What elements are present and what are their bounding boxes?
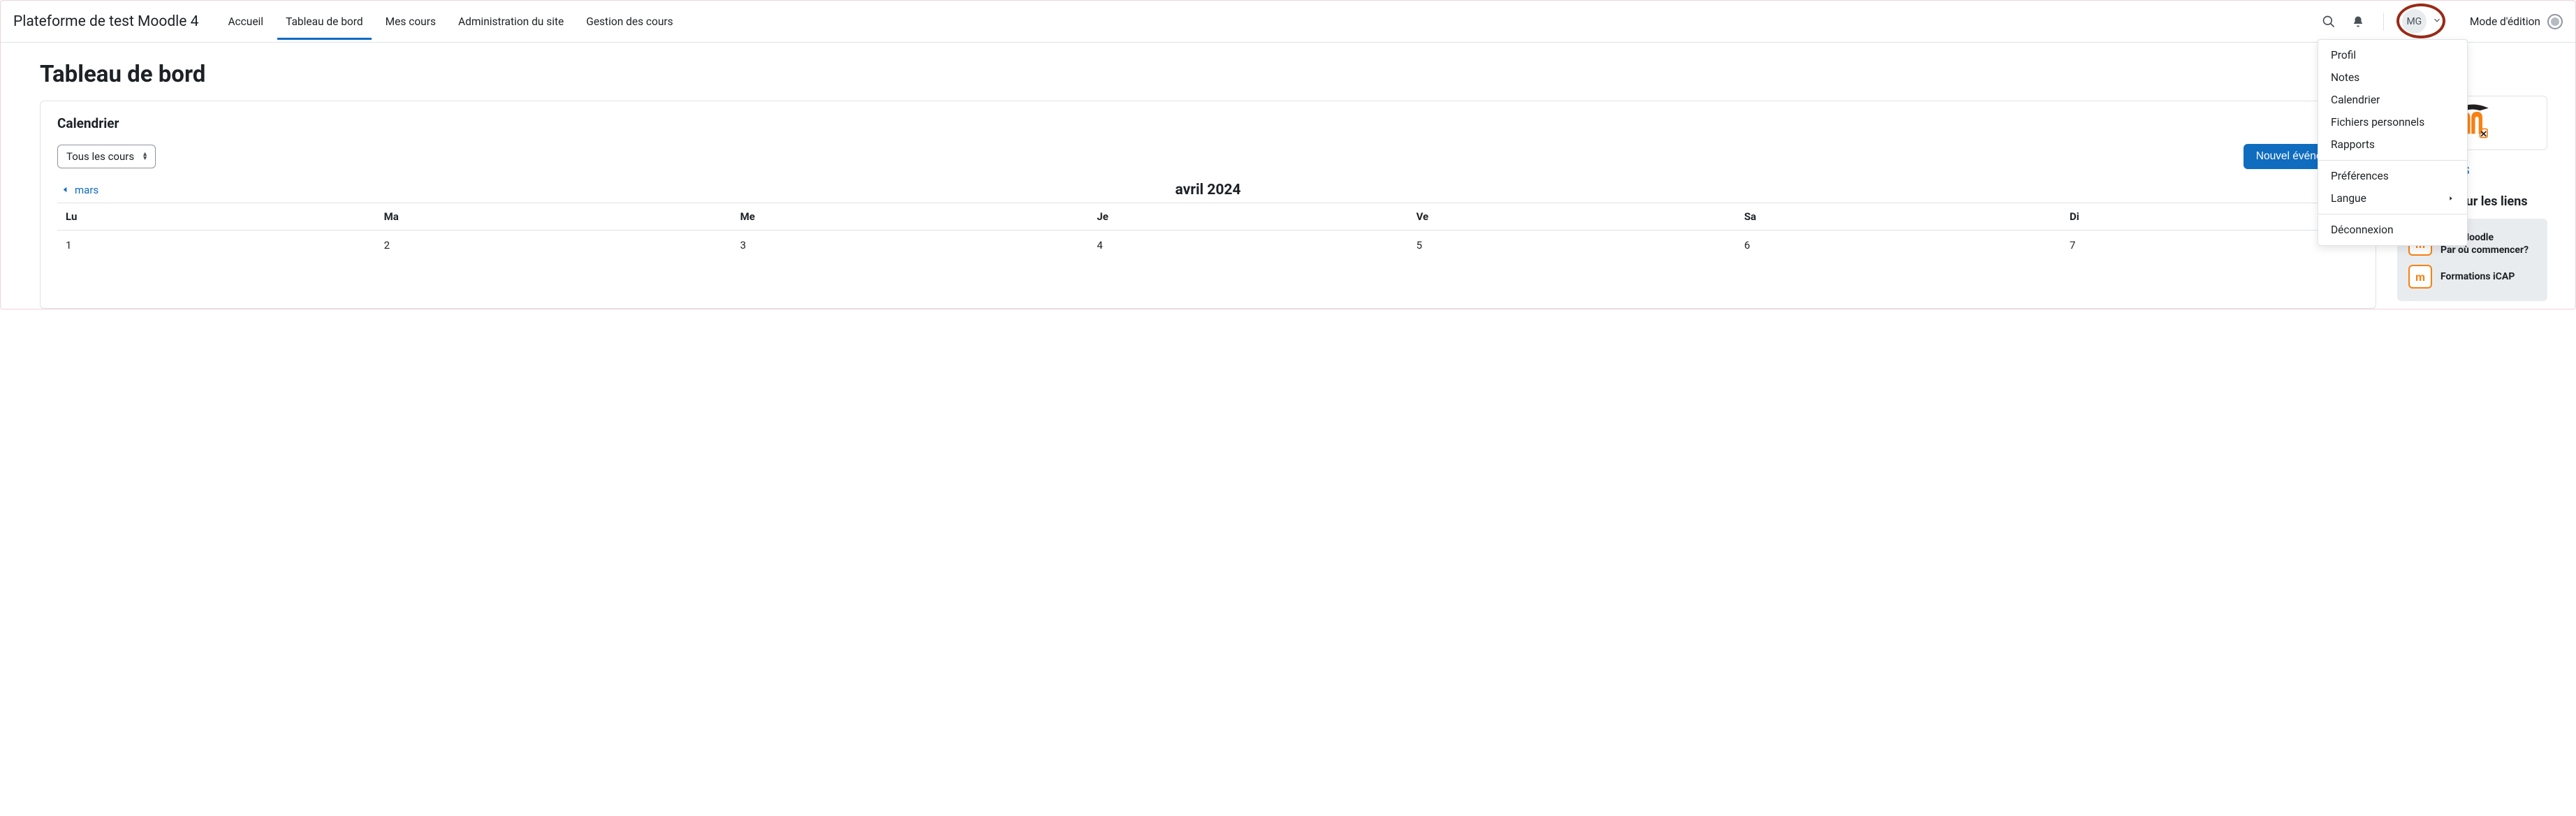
calendar-prev-month[interactable]: mars (61, 184, 1176, 196)
calendar-month-label: avril 2024 (1176, 182, 1241, 198)
course-filter-select[interactable]: Tous les cours ▲▼ (57, 145, 156, 168)
nav-divider (2383, 13, 2384, 31)
menu-calendar[interactable]: Calendrier (2318, 89, 2467, 111)
user-menu-toggle[interactable]: MG (2402, 9, 2442, 34)
weekday-header: Lu (57, 203, 376, 231)
moodle-m-icon: m (2408, 265, 2432, 289)
search-icon[interactable] (2322, 15, 2336, 29)
caret-left-icon (61, 184, 69, 196)
calendar-cell[interactable]: 5 (1408, 231, 1736, 294)
nav-siteadmin[interactable]: Administration du site (450, 3, 572, 40)
menu-reports[interactable]: Rapports (2318, 133, 2467, 156)
notifications-icon[interactable] (2351, 15, 2365, 29)
menu-separator (2318, 160, 2467, 161)
menu-grades[interactable]: Notes (2318, 66, 2467, 89)
user-dropdown: Profil Notes Calendrier Fichiers personn… (2318, 39, 2468, 246)
calendar-block-title: Calendrier (57, 115, 2359, 131)
weekday-header: Me (732, 203, 1089, 231)
weekday-header: Ve (1408, 203, 1736, 231)
site-brand[interactable]: Plateforme de test Moodle 4 (13, 13, 198, 30)
calendar-cell[interactable]: 3 (732, 231, 1089, 294)
avatar: MG (2402, 9, 2427, 34)
calendar-cell[interactable]: 7 (2061, 231, 2359, 294)
menu-preferences[interactable]: Préférences (2318, 165, 2467, 187)
primary-nav: Accueil Tableau de bord Mes cours Admini… (219, 3, 681, 40)
menu-language[interactable]: Langue (2318, 187, 2467, 210)
calendar-grid: Lu Ma Me Je Ve Sa Di 1 2 3 (57, 203, 2359, 294)
page-title: Tableau de bord (40, 61, 2376, 88)
select-updown-icon: ▲▼ (142, 152, 148, 161)
nav-dashboard[interactable]: Tableau de bord (277, 3, 372, 40)
calendar-cell[interactable]: 6 (1736, 231, 2061, 294)
menu-logout[interactable]: Déconnexion (2318, 219, 2467, 241)
calendar-block: Calendrier Tous les cours ▲▼ Nouvel évén… (40, 101, 2376, 309)
menu-profile[interactable]: Profil (2318, 44, 2467, 66)
chevron-right-icon (2447, 192, 2454, 205)
calendar-cell[interactable]: 1 (57, 231, 376, 294)
weekday-header: Je (1088, 203, 1407, 231)
calendar-cell[interactable]: 2 (376, 231, 732, 294)
weekday-header: Ma (376, 203, 732, 231)
weekday-header: Sa (1736, 203, 2061, 231)
edit-mode-label: Mode d'édition (2470, 15, 2540, 28)
quick-link-formations[interactable]: m Formations iCAP (2406, 261, 2539, 293)
nav-mycourses[interactable]: Mes cours (377, 3, 444, 40)
nav-home[interactable]: Accueil (219, 3, 272, 40)
chevron-down-icon (2432, 15, 2442, 28)
nav-coursemgmt[interactable]: Gestion des cours (578, 3, 681, 40)
weekday-header: Di (2061, 203, 2359, 231)
menu-privatefiles[interactable]: Fichiers personnels (2318, 111, 2467, 133)
edit-mode-toggle[interactable] (2547, 14, 2563, 29)
calendar-cell[interactable]: 4 (1088, 231, 1407, 294)
